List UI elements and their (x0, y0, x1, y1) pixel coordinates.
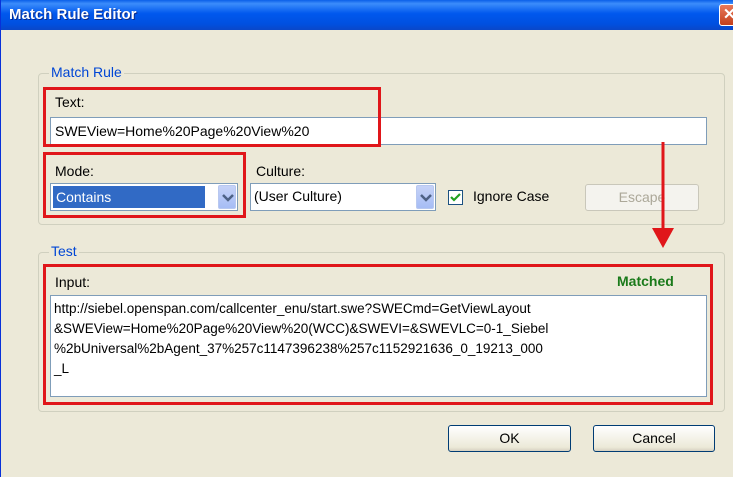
input-line: _L (54, 361, 70, 376)
cancel-button[interactable]: Cancel (593, 425, 715, 452)
ok-button[interactable]: OK (448, 425, 571, 452)
red-arrow-icon (652, 142, 674, 248)
culture-label: Culture: (256, 163, 306, 179)
match-rule-editor-window: Match Rule Editor ✕ Match Rule Text: SWE… (0, 0, 733, 477)
text-input-value: SWEView=Home%20Page%20View%20 (55, 123, 310, 139)
culture-dropdown-arrow[interactable] (416, 185, 434, 209)
close-button[interactable]: ✕ (719, 4, 733, 26)
mode-dropdown[interactable]: Contains (50, 183, 238, 211)
input-label: Input: (55, 274, 91, 290)
ignore-case-checkbox[interactable] (448, 190, 463, 205)
mode-selected-value: Contains (53, 186, 205, 208)
input-line: &SWEView=Home%20Page%20View%20(WCC)&SWEV… (54, 321, 549, 336)
close-icon: ✕ (723, 6, 733, 23)
test-input-area[interactable]: http://siebel.openspan.com/callcenter_en… (50, 295, 707, 397)
mode-dropdown-arrow[interactable] (218, 185, 236, 209)
match-status: Matched (617, 273, 674, 289)
text-input[interactable]: SWEView=Home%20Page%20View%20 (50, 117, 707, 145)
escape-button[interactable]: Escape (585, 184, 699, 211)
window-title: Match Rule Editor (9, 6, 137, 23)
match-rule-group-label: Match Rule (49, 64, 124, 80)
text-label: Text: (55, 94, 85, 110)
culture-dropdown[interactable]: (User Culture) (250, 183, 436, 211)
input-line: http://siebel.openspan.com/callcenter_en… (54, 301, 531, 316)
test-group-label: Test (49, 243, 79, 259)
title-bar[interactable]: Match Rule Editor ✕ (1, 0, 733, 30)
culture-selected-value: (User Culture) (254, 188, 342, 204)
input-line: %2bUniversal%2bAgent_37%257c1147396238%2… (54, 341, 543, 356)
checkmark-icon (450, 193, 461, 202)
ignore-case-label[interactable]: Ignore Case (473, 188, 549, 204)
mode-label: Mode: (55, 163, 94, 179)
chevron-down-icon (420, 194, 432, 202)
chevron-down-icon (222, 194, 234, 202)
